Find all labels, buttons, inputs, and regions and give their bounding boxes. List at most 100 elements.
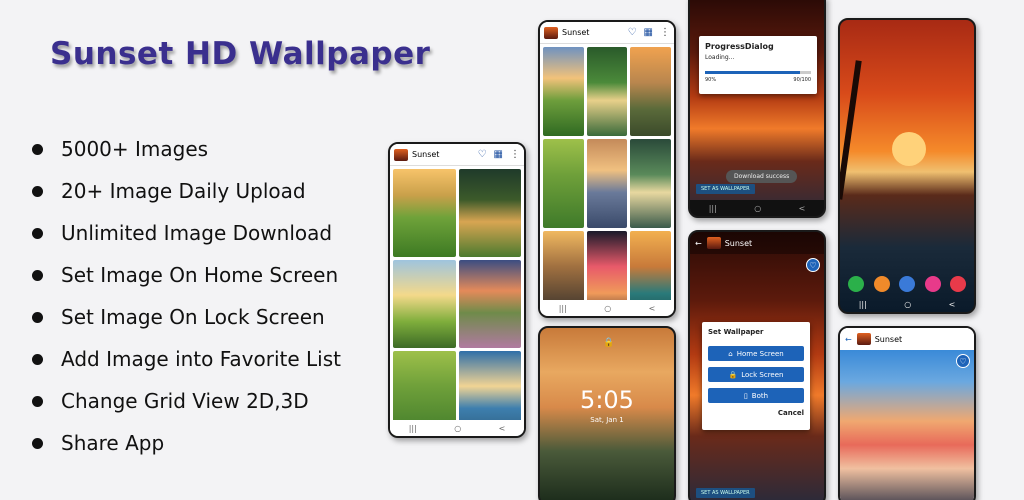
back-arrow-icon[interactable]: ← bbox=[695, 239, 702, 248]
detail-app-bar: ← Sunset bbox=[690, 232, 824, 254]
feature-item: Set Image On Lock Screen bbox=[32, 296, 341, 338]
system-nav-bar: ||| ○ < bbox=[390, 420, 524, 436]
feature-text: 20+ Image Daily Upload bbox=[61, 179, 306, 203]
browser-app-icon[interactable] bbox=[899, 276, 915, 292]
camera-app-icon[interactable] bbox=[950, 276, 966, 292]
feature-text: Unlimited Image Download bbox=[61, 221, 333, 245]
back-arrow-icon[interactable]: ← bbox=[845, 335, 852, 344]
set-as-wallpaper-button[interactable]: SET AS WALLPAPER bbox=[696, 184, 755, 194]
set-as-wallpaper-button[interactable]: SET AS WALLPAPER bbox=[696, 488, 755, 498]
wallpaper-thumbnail[interactable] bbox=[458, 260, 521, 348]
feature-item: Set Image On Home Screen bbox=[32, 254, 341, 296]
bullet-icon bbox=[32, 227, 43, 239]
feature-text: Share App bbox=[61, 431, 165, 455]
feature-item: 20+ Image Daily Upload bbox=[32, 170, 341, 212]
grid-view-icon[interactable]: ▦ bbox=[644, 27, 653, 38]
feature-item: 5000+ Images bbox=[32, 128, 341, 170]
home-button[interactable]: ○ bbox=[604, 304, 611, 313]
favorite-heart-icon[interactable]: ♡ bbox=[628, 27, 637, 38]
grid-view-icon[interactable]: ▦ bbox=[494, 149, 503, 160]
bullet-icon bbox=[32, 143, 43, 155]
phone-grid-2col: Sunset ♡ ▦ ⋮ ||| ○ < bbox=[388, 142, 526, 438]
home-button[interactable]: ○ bbox=[904, 300, 911, 309]
recent-apps-button[interactable]: ||| bbox=[409, 424, 417, 433]
phone-app-icon[interactable] bbox=[848, 276, 864, 292]
system-nav-bar: ||| ○ < bbox=[540, 300, 674, 316]
app-logo-icon bbox=[706, 237, 721, 249]
back-button[interactable]: < bbox=[799, 204, 806, 213]
phone-set-wallpaper: ← Sunset ♡ Set Wallpaper ⌂ Home Screen 🔒… bbox=[688, 230, 826, 500]
wallpaper-thumbnail[interactable] bbox=[630, 47, 671, 136]
feature-list: 5000+ Images 20+ Image Daily Upload Unli… bbox=[32, 128, 341, 464]
app-logo-icon bbox=[394, 148, 408, 161]
phone-download: ProgressDialog Loading... 90% 90/100 Dow… bbox=[688, 0, 826, 218]
feature-text: Change Grid View 2D,3D bbox=[61, 389, 309, 413]
lock-icon: 🔒 bbox=[728, 370, 738, 379]
progress-count: 90/100 bbox=[793, 77, 811, 83]
wallpaper-thumbnail[interactable] bbox=[630, 139, 671, 228]
bullet-icon bbox=[32, 353, 43, 365]
dialog-title: ProgressDialog bbox=[705, 42, 774, 51]
home-screen-button[interactable]: ⌂ Home Screen bbox=[708, 346, 804, 361]
app-bar: Sunset ♡ ▦ ⋮ bbox=[540, 22, 674, 44]
favorite-heart-icon[interactable]: ♡ bbox=[956, 354, 970, 368]
feature-text: Set Image On Home Screen bbox=[61, 263, 339, 287]
button-label: Lock Screen bbox=[741, 370, 784, 379]
toast-message: Download success bbox=[726, 170, 798, 183]
wallpaper-thumbnail[interactable] bbox=[393, 169, 456, 257]
button-label: Both bbox=[751, 391, 769, 400]
phone-icon: ▯ bbox=[743, 391, 748, 400]
lock-date: Sat, Jan 1 bbox=[590, 416, 624, 424]
feature-text: Set Image On Lock Screen bbox=[61, 305, 325, 329]
app-title: Sunset bbox=[724, 238, 753, 248]
dialog-title: Set Wallpaper bbox=[708, 328, 764, 336]
home-button[interactable]: ○ bbox=[454, 424, 461, 433]
lock-screen-button[interactable]: 🔒 Lock Screen bbox=[708, 367, 804, 382]
progress-bar bbox=[705, 71, 811, 74]
both-button[interactable]: ▯ Both bbox=[708, 388, 804, 403]
feature-text: 5000+ Images bbox=[61, 137, 209, 161]
bullet-icon bbox=[32, 395, 43, 407]
wallpaper-thumbnail[interactable] bbox=[543, 47, 584, 136]
wallpaper-thumbnail[interactable] bbox=[458, 169, 521, 257]
recent-apps-button[interactable]: ||| bbox=[559, 304, 567, 313]
lock-icon: 🔒 bbox=[603, 338, 615, 348]
recent-apps-button[interactable]: ||| bbox=[859, 300, 867, 309]
favorite-heart-icon[interactable]: ♡ bbox=[478, 149, 487, 160]
back-button[interactable]: < bbox=[499, 424, 506, 433]
more-menu-icon[interactable]: ⋮ bbox=[510, 149, 520, 160]
set-wallpaper-dialog: Set Wallpaper ⌂ Home Screen 🔒 Lock Scree… bbox=[702, 322, 810, 430]
feature-text: Add Image into Favorite List bbox=[61, 347, 341, 371]
recent-apps-button[interactable]: ||| bbox=[709, 204, 717, 213]
button-label: Home Screen bbox=[736, 349, 784, 358]
back-button[interactable]: < bbox=[649, 304, 656, 313]
bullet-icon bbox=[32, 269, 43, 281]
wallpaper-thumbnail[interactable] bbox=[393, 260, 456, 348]
app-logo-icon bbox=[544, 26, 558, 39]
cancel-button[interactable]: Cancel bbox=[708, 409, 804, 417]
more-menu-icon[interactable]: ⋮ bbox=[660, 27, 670, 38]
app-title: Sunset bbox=[412, 150, 440, 159]
wallpaper-thumbnail[interactable] bbox=[586, 47, 628, 136]
phone-grid-3col: Sunset ♡ ▦ ⋮ ||| ○ < bbox=[538, 20, 676, 318]
wallpaper-thumbnail[interactable] bbox=[543, 139, 584, 228]
gallery-app-icon[interactable] bbox=[924, 276, 941, 292]
system-nav-bar: ||| ○ < bbox=[690, 200, 824, 216]
phone-home-screen: ||| ○ < bbox=[838, 18, 976, 314]
feature-item: Change Grid View 2D,3D bbox=[32, 380, 341, 422]
progress-dialog: ProgressDialog Loading... 90% 90/100 bbox=[699, 36, 817, 94]
lock-clock: 5:05 bbox=[580, 386, 634, 414]
feature-item: Share App bbox=[32, 422, 341, 464]
wallpaper-grid bbox=[540, 44, 674, 316]
bullet-icon bbox=[32, 185, 43, 197]
palm-silhouette bbox=[840, 60, 862, 200]
phone-wallpaper-detail: ← Sunset ♡ bbox=[838, 326, 976, 500]
back-button[interactable]: < bbox=[949, 300, 956, 309]
wallpaper-thumbnail[interactable] bbox=[586, 139, 628, 228]
messages-app-icon[interactable] bbox=[873, 276, 890, 292]
favorite-heart-icon[interactable]: ♡ bbox=[806, 258, 820, 272]
detail-app-bar: ← Sunset bbox=[840, 328, 974, 350]
dialog-message: Loading... bbox=[705, 54, 735, 61]
home-button[interactable]: ○ bbox=[754, 204, 761, 213]
bullet-icon bbox=[32, 437, 43, 449]
